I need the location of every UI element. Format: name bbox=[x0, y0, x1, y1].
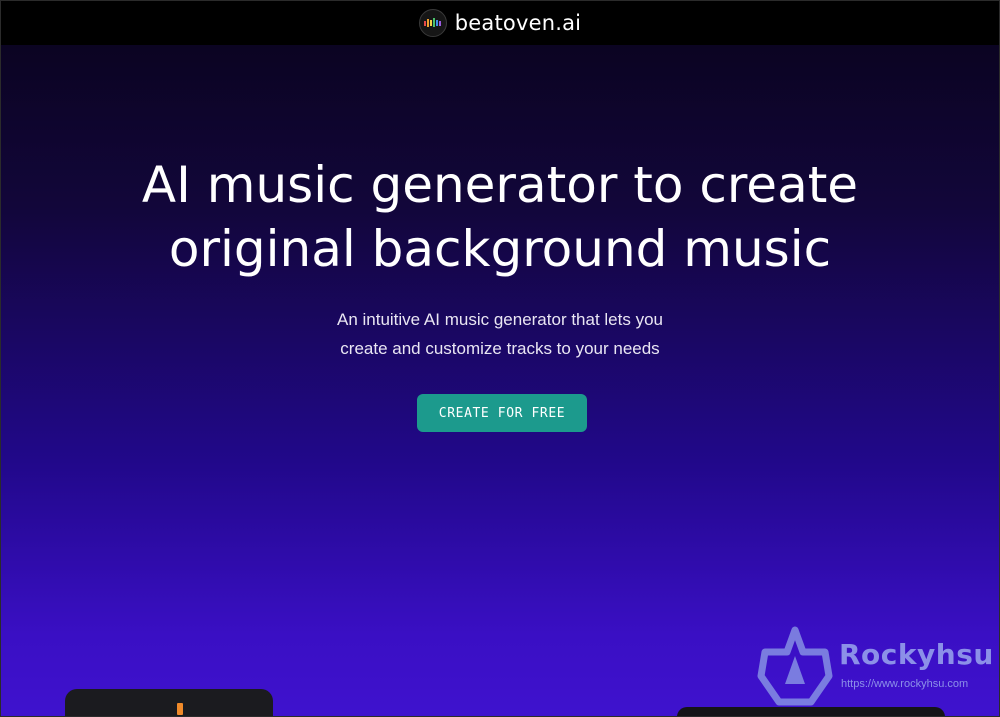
brand-name: beatoven.ai bbox=[454, 11, 582, 35]
orange-accent-icon bbox=[177, 703, 183, 715]
subhead-line-1: An intuitive AI music generator that let… bbox=[336, 310, 663, 329]
hero-headline: AI music generator to create original ba… bbox=[1, 153, 999, 281]
preview-card-left bbox=[65, 689, 273, 716]
headline-line-2: original background music bbox=[168, 220, 832, 278]
hero-section: AI music generator to create original ba… bbox=[1, 45, 999, 716]
watermark-name: Rockyhsu bbox=[839, 638, 994, 671]
headline-line-1: AI music generator to create bbox=[141, 156, 859, 214]
top-navbar: beatoven.ai bbox=[1, 1, 999, 45]
equalizer-bars-icon bbox=[418, 9, 447, 37]
watermark-logo-icon bbox=[757, 626, 833, 706]
watermark-url: https://www.rockyhsu.com bbox=[841, 678, 969, 690]
brand-logo-link[interactable]: beatoven.ai bbox=[418, 9, 582, 37]
subhead-line-2: create and customize tracks to your need… bbox=[340, 339, 660, 358]
hero-subheadline: An intuitive AI music generator that let… bbox=[1, 305, 999, 363]
create-for-free-button[interactable]: CREATE FOR FREE bbox=[417, 394, 587, 432]
browser-viewport: beatoven.ai AI music generator to create… bbox=[0, 0, 1000, 717]
watermark: Rockyhsu https://www.rockyhsu.com bbox=[755, 626, 995, 716]
